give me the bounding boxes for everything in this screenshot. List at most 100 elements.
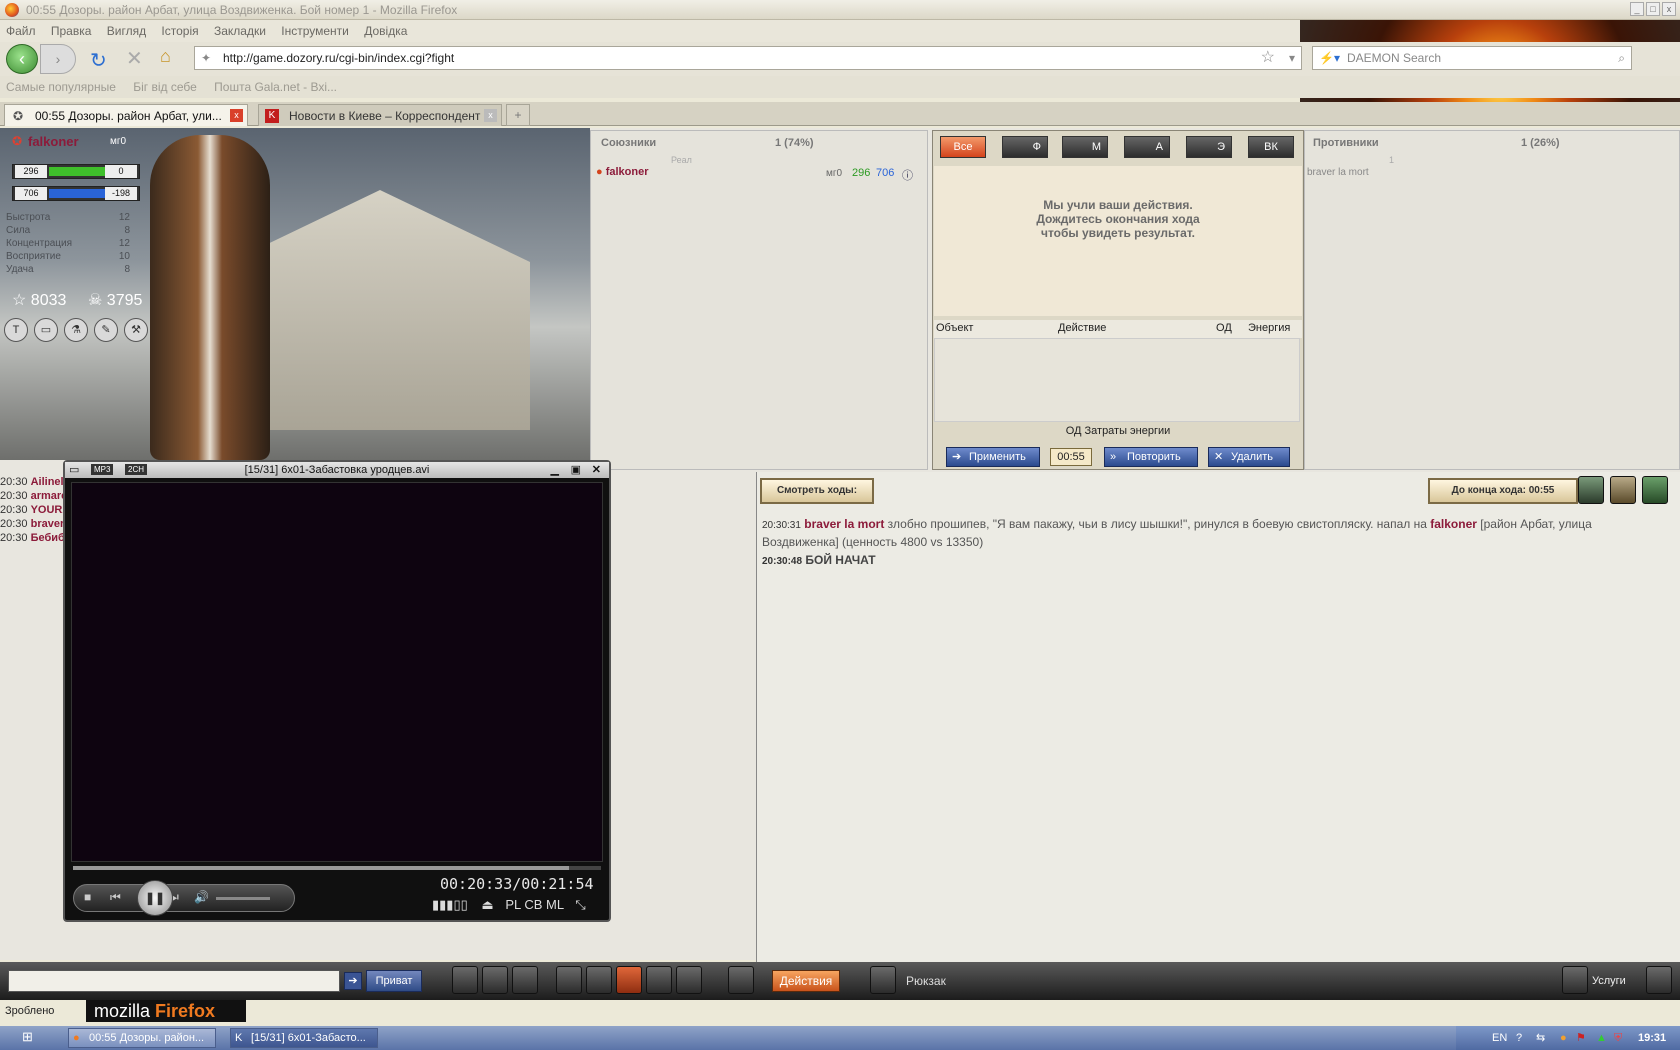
soldier-icon[interactable] [1578, 476, 1604, 504]
stop-button-icon[interactable]: ■ [84, 890, 91, 904]
filter-vk-button[interactable]: ВК [1248, 136, 1294, 158]
menu-file[interactable]: Файл [6, 24, 36, 38]
refresh-icon[interactable] [1562, 966, 1588, 994]
scroll-map-icon[interactable] [1610, 476, 1636, 504]
eject-icon[interactable]: ⏏ [481, 897, 493, 912]
tray-network-icon[interactable]: ▲ [1596, 1026, 1607, 1050]
services-button[interactable]: Услуги [1592, 970, 1642, 992]
backpack-button[interactable]: Рюкзак [906, 970, 958, 992]
pl-cb-ml-buttons[interactable]: PL CB ML [505, 897, 563, 912]
delete-button[interactable]: ✕ Удалить [1208, 447, 1290, 467]
prev-button-icon[interactable]: ⏮ [110, 890, 121, 905]
maximize-button[interactable]: □ [1646, 2, 1660, 16]
volume-icon[interactable]: 🔊 [194, 890, 209, 904]
site-identity-icon[interactable]: ✦ [201, 47, 211, 69]
enemy-name[interactable]: braver la mort [1307, 167, 1369, 178]
scroll-icon[interactable]: ✎ [94, 318, 118, 342]
menu-view[interactable]: Вигляд [107, 24, 146, 38]
help-icon[interactable]: ? [1516, 1026, 1522, 1050]
video-screen[interactable] [71, 482, 603, 862]
tray-antivirus-icon[interactable]: ⚑ [1576, 1026, 1586, 1050]
player-close-icon[interactable]: ✕ [592, 462, 601, 478]
filter-f-button[interactable]: Ф [1002, 136, 1048, 158]
apply-button[interactable]: ➔ Применить [946, 447, 1040, 467]
filter-all-button[interactable]: Все [940, 136, 986, 158]
url-dropdown-icon[interactable]: ▾ [1289, 47, 1295, 69]
tab-dozory[interactable]: ✪ 00:55 Дозоры. район Арбат, ули... x [4, 104, 248, 126]
search-icon[interactable]: ⌕ [1618, 47, 1625, 69]
volume-slider[interactable] [216, 897, 270, 900]
taskbar-firefox[interactable]: ● 00:55 Дозоры. район... [68, 1028, 216, 1048]
character-name[interactable]: falkoner [28, 134, 79, 149]
potion-icon[interactable]: ⚗ [64, 318, 88, 342]
bookmark-run-from-self[interactable]: Біг від себе [133, 80, 197, 94]
forward-button[interactable]: › [40, 44, 76, 74]
filter-e-button[interactable]: Э [1186, 136, 1232, 158]
fist-icon[interactable] [728, 966, 754, 994]
seek-bar[interactable] [73, 866, 601, 870]
clock-icon[interactable] [482, 966, 508, 994]
chat-user[interactable]: braver [31, 518, 65, 530]
card-icon[interactable]: ▭ [34, 318, 58, 342]
menu-tools[interactable]: Інструменти [281, 24, 349, 38]
tools-icon[interactable] [1646, 966, 1672, 994]
player-maximize-icon[interactable]: ▣ [571, 462, 581, 478]
ally-name[interactable]: falkoner [606, 166, 649, 178]
smiley-icon[interactable] [452, 966, 478, 994]
stop-icon[interactable]: ✕ [126, 46, 143, 71]
walk-icon[interactable] [556, 966, 582, 994]
windows-start-icon[interactable]: ⊞ [22, 1029, 33, 1045]
chat-input[interactable] [8, 970, 340, 992]
filter-a-button[interactable]: А [1124, 136, 1170, 158]
filter-m-button[interactable]: М [1062, 136, 1108, 158]
swords-icon[interactable] [586, 966, 612, 994]
new-tab-button[interactable]: + [506, 104, 530, 126]
player-minimize-icon[interactable]: ▁ [551, 462, 559, 478]
search-bar[interactable]: ⚡▾ DAEMON Search ⌕ [1312, 46, 1632, 70]
backpack-icon[interactable] [870, 966, 896, 994]
minimize-button[interactable]: _ [1630, 2, 1644, 16]
view-moves-button[interactable]: Смотреть ходы: [760, 478, 874, 504]
wrench-icon[interactable]: ⚒ [124, 318, 148, 342]
close-tab-icon[interactable]: x [484, 109, 497, 122]
ally-row[interactable]: ● falkoner [596, 166, 649, 178]
group-icon[interactable] [646, 966, 672, 994]
bookmark-gala-mail[interactable]: Пошта Gala.net - Вхі... [214, 80, 337, 94]
search-engine-icon[interactable]: ⚡▾ [1319, 47, 1340, 69]
back-button[interactable]: ‹ [6, 44, 38, 74]
resize-icon[interactable]: ⤡ [575, 897, 585, 912]
tray-arrows-icon[interactable]: ⇆ [1536, 1026, 1545, 1050]
stack-icon[interactable] [676, 966, 702, 994]
player-menu-icon[interactable]: ▭ [69, 462, 79, 478]
actions-button[interactable]: Действия [772, 970, 840, 992]
chat-user[interactable]: Ailinel [31, 476, 64, 488]
language-indicator[interactable]: EN [1492, 1026, 1507, 1050]
bookmark-most-visited[interactable]: Самые популярные [6, 80, 116, 94]
book-icon[interactable] [1642, 476, 1668, 504]
bookmark-star-icon[interactable]: ☆ [1261, 47, 1275, 69]
t-icon[interactable]: T [4, 318, 28, 342]
mail-icon[interactable] [616, 966, 642, 994]
taskbar-player[interactable]: K [15/31] 6x01-Забасто... [230, 1028, 378, 1048]
tray-app-icon[interactable]: ● [1560, 1026, 1567, 1050]
menu-help[interactable]: Довідка [364, 24, 407, 38]
tray-shield-icon[interactable]: ⛨ [1614, 1026, 1622, 1050]
tab-korrespondent[interactable]: K Новости в Киеве – Корреспондент x [258, 104, 502, 126]
pause-button[interactable]: ❚❚ [137, 880, 173, 916]
menu-edit[interactable]: Правка [51, 24, 92, 38]
home-icon[interactable]: ⌂ [160, 46, 171, 67]
reload-icon[interactable]: ↻ [90, 48, 107, 73]
close-tab-icon[interactable]: x [230, 109, 243, 122]
equalizer-icon[interactable]: ▮▮▮▯▯ [432, 897, 468, 912]
send-arrow-icon[interactable]: ➔ [344, 972, 362, 990]
info-icon[interactable]: ⓘ [902, 167, 913, 183]
url-bar[interactable]: ✦ http://game.dozory.ru/cgi-bin/index.cg… [194, 46, 1302, 70]
private-button[interactable]: Приват [366, 970, 422, 992]
chat-user[interactable]: armare [31, 490, 68, 502]
chat-user[interactable]: Бебиб [31, 532, 65, 544]
notepad-icon[interactable] [512, 966, 538, 994]
action-list[interactable] [934, 338, 1300, 422]
menu-bookmarks[interactable]: Закладки [214, 24, 266, 38]
repeat-button[interactable]: » Повторить [1104, 447, 1198, 467]
player-titlebar[interactable]: ▭ MP3 2CH [15/31] 6x01-Забастовка уродце… [65, 462, 609, 478]
